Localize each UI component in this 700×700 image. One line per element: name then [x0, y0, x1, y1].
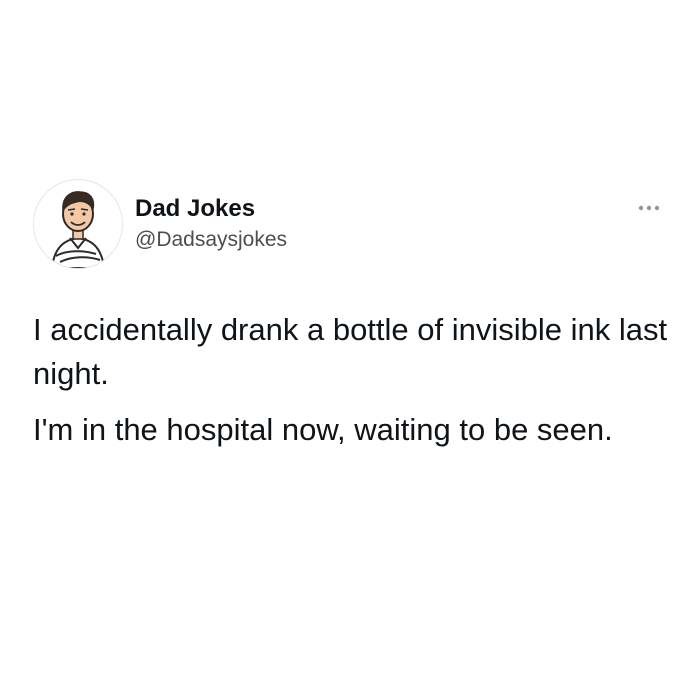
cartoon-man-avatar-icon	[50, 191, 106, 268]
tweet-card: Dad Jokes @Dadsaysjokes I accidentally d…	[0, 0, 700, 700]
author-display-name[interactable]: Dad Jokes	[135, 194, 255, 224]
tweet-paragraph: I accidentally drank a bottle of invisib…	[33, 312, 668, 391]
author-handle[interactable]: @Dadsaysjokes	[135, 226, 287, 254]
avatar[interactable]	[33, 179, 123, 269]
more-horizontal-icon	[638, 205, 660, 211]
more-options-button[interactable]	[635, 198, 663, 218]
tweet-paragraph: I'm in the hospital now, waiting to be s…	[33, 412, 613, 447]
tweet-text: I accidentally drank a bottle of invisib…	[33, 308, 673, 464]
